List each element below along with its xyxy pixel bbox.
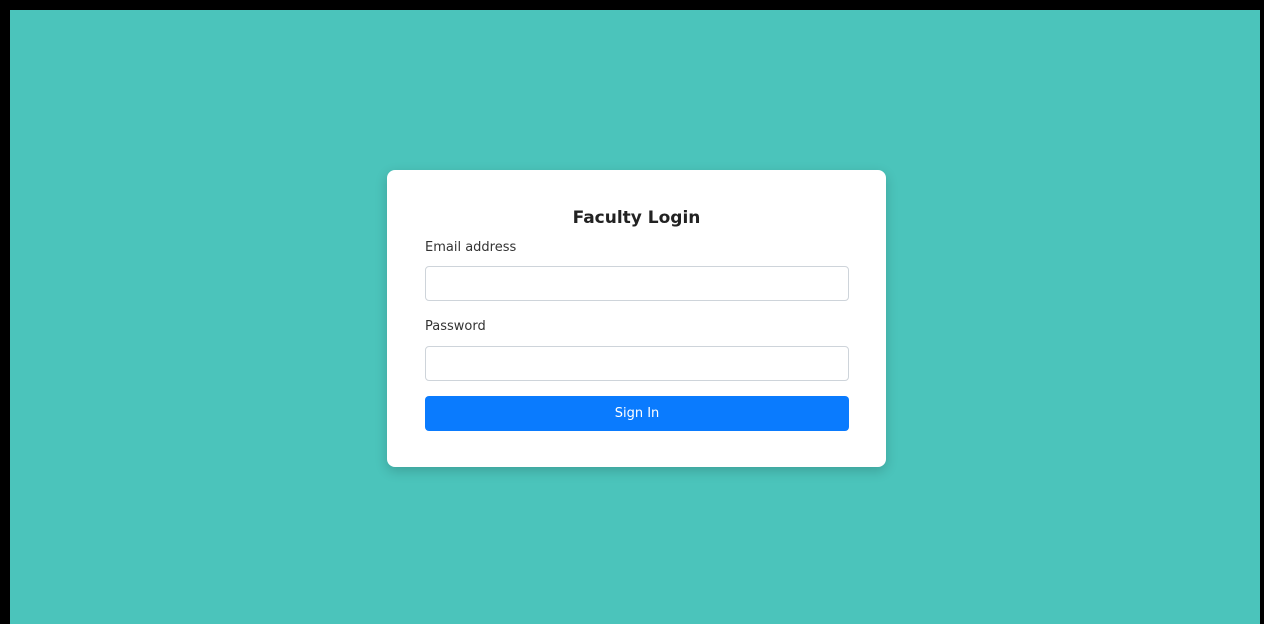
login-card: Faculty Login Email address Password Sig…	[387, 170, 886, 467]
password-label: Password	[425, 319, 486, 334]
page-background: Faculty Login Email address Password Sig…	[10, 10, 1260, 624]
login-title: Faculty Login	[572, 208, 701, 228]
email-label: Email address	[425, 240, 517, 255]
sign-in-button[interactable]: Sign In	[425, 396, 849, 431]
email-input[interactable]	[425, 266, 849, 301]
password-input[interactable]	[425, 346, 849, 381]
